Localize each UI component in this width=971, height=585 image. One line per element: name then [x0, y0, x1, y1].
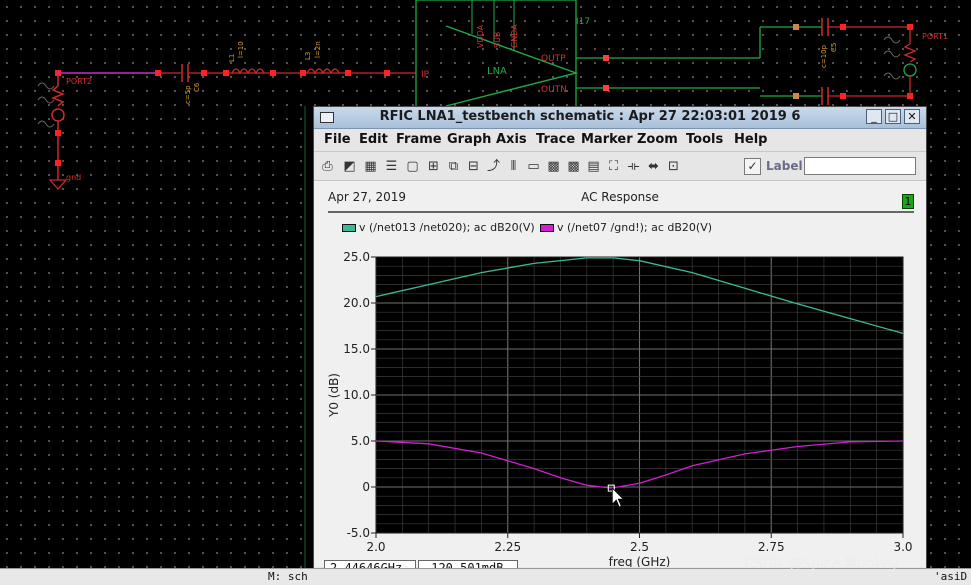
y-tick-label: 5.0: [351, 434, 370, 448]
menu-graph[interactable]: Graph: [447, 132, 491, 147]
y-tick-label: 15.0: [343, 342, 370, 356]
pin: [55, 160, 61, 166]
schematic-label-c5-value: c=10p: [820, 44, 828, 68]
schematic-label-gnd: gnd: [66, 173, 81, 182]
schematic-label-c6: C6: [193, 82, 201, 92]
y-axis-label: Y0 (dB): [327, 373, 341, 418]
menu-help[interactable]: Help: [734, 132, 767, 147]
overlay-icon[interactable]: ⧉: [446, 159, 461, 174]
close-button[interactable]: ✕: [904, 109, 920, 124]
menu-tools[interactable]: Tools: [686, 132, 723, 147]
schematic-label-lna: LNA: [487, 66, 507, 77]
strip-icon[interactable]: ☰: [384, 159, 399, 174]
schematic-label-c6-value: c=5p: [184, 85, 192, 104]
menu-edit[interactable]: Edit: [359, 132, 388, 147]
schematic-label-outn: OUTN: [541, 85, 567, 95]
port1-source: [903, 63, 917, 77]
schematic-label-port1: PORT1: [922, 32, 948, 41]
menu-marker[interactable]: Marker: [581, 132, 633, 147]
port2-symbol: [37, 82, 55, 128]
port1-symbol: [883, 36, 901, 80]
schematic-label-l3-value: l=2n: [314, 41, 322, 58]
zoom-fit-icon[interactable]: ▤: [586, 159, 601, 174]
toolbar: ⎙ ◩ ▦ ☰ ▢ ⊞ ⧉ ⊟ ⤴ ⫴ ▭ ▩ ▩ ▤ ⛶ ⟛ ⬌ ⊡ ✓ La…: [314, 152, 926, 181]
watermark: CSDN @Spice Monkey: [744, 556, 899, 572]
label-input[interactable]: [804, 157, 916, 175]
port2-resistor: [50, 85, 66, 107]
split-icon[interactable]: ⊞: [426, 159, 441, 174]
menu-file[interactable]: File: [324, 132, 351, 147]
schematic-label-l3: L3: [304, 52, 312, 60]
schematic-label-gnda: GNDA: [510, 24, 519, 48]
calculator-icon[interactable]: ▩: [566, 159, 581, 174]
menu-axis[interactable]: Axis: [496, 132, 527, 147]
pin: [55, 130, 61, 136]
schematic-label-sub: SUB: [493, 32, 502, 48]
schematic-label-ip: IP: [421, 70, 430, 80]
label-text: Label: [766, 159, 803, 173]
menu-bar: File Edit Frame Graph Axis Trace Marker …: [314, 129, 926, 152]
y-tick-label: 0: [362, 480, 370, 494]
window-title: RFIC LNA1_testbench schematic : Apr 27 2…: [379, 109, 801, 124]
schematic-label-c5: C5: [830, 43, 838, 52]
schematic-label-l1-value: l=10: [237, 41, 245, 58]
schematic-label-port2: PORT2: [66, 77, 92, 86]
minimize-button[interactable]: _: [866, 109, 882, 124]
y-tick-label: -5.0: [347, 526, 370, 540]
grid-icon[interactable]: ▦: [363, 159, 378, 174]
y-tick-label: 20.0: [343, 296, 370, 310]
y-tick-label: 10.0: [343, 388, 370, 402]
schematic-label-vdda: VDDA: [476, 24, 485, 48]
port1-resistor: [903, 43, 917, 63]
pin: [155, 70, 161, 76]
hardcopy-icon[interactable]: ◩: [342, 159, 357, 174]
spectrum-icon[interactable]: ▭: [526, 159, 541, 174]
maximize-button[interactable]: □: [885, 109, 901, 124]
menu-zoom[interactable]: Zoom: [637, 132, 678, 147]
window-titlebar[interactable]: RFIC LNA1_testbench schematic : Apr 27 2…: [314, 107, 926, 129]
schematic-label-l1: L1: [228, 54, 236, 62]
table-icon[interactable]: ▩: [546, 159, 561, 174]
x-tick-label: 3.0: [893, 540, 912, 554]
bar-icon[interactable]: ⫴: [506, 159, 521, 174]
port2-source: [51, 108, 65, 122]
menu-frame[interactable]: Frame: [396, 132, 442, 147]
y-tick-label: 25.0: [343, 250, 370, 264]
x-tick-label: 2.0: [366, 540, 385, 554]
label-checkbox[interactable]: ✓: [744, 158, 761, 175]
ground-symbol: [48, 179, 68, 190]
schematic-label-outp: OUTP: [541, 54, 566, 64]
schematic-label-instance: I17: [576, 17, 590, 27]
zoom-x-icon[interactable]: ⛶: [606, 159, 621, 174]
print-icon[interactable]: ⎙: [320, 159, 335, 174]
waveform-window[interactable]: RFIC LNA1_testbench schematic : Apr 27 2…: [313, 106, 927, 584]
zoom-in-icon[interactable]: ⊡: [666, 159, 681, 174]
menu-trace[interactable]: Trace: [536, 132, 575, 147]
x-axis-label: freq (GHz): [609, 555, 671, 567]
zoom-box-icon[interactable]: ⬌: [646, 159, 661, 174]
status-mode: M: sch: [268, 570, 308, 583]
x-tick-label: 2.5: [630, 540, 649, 554]
list-icon[interactable]: ⊟: [466, 159, 481, 174]
plot-area[interactable]: Apr 27, 2019 AC Response 1 v (/net013 /n…: [314, 181, 926, 567]
x-tick-label: 2.25: [494, 540, 521, 554]
ac-response-chart[interactable]: 2.0 2.25 2.5 2.75 3.0 25.0 20.0 15.0 10.0 5.0 0 -5.…: [314, 181, 926, 567]
status-right: 'asiD: [934, 570, 968, 583]
pan-icon[interactable]: ⟛: [626, 159, 641, 174]
x-tick-label: 2.75: [758, 540, 785, 554]
curve-icon[interactable]: ⤴: [486, 159, 501, 174]
composite-icon[interactable]: ▢: [405, 159, 420, 174]
